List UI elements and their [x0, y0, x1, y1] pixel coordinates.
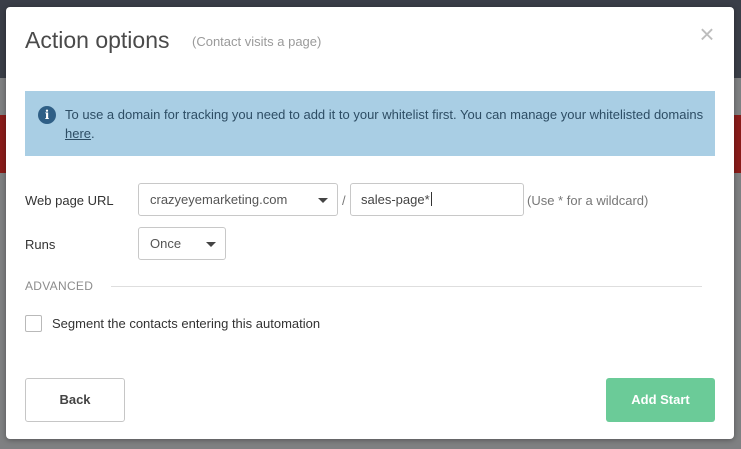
segment-checkbox[interactable]	[25, 315, 42, 332]
section-divider	[111, 286, 702, 287]
info-message-end: .	[91, 126, 95, 141]
back-button[interactable]: Back	[25, 378, 125, 422]
segment-checkbox-label[interactable]: Segment the contacts entering this autom…	[52, 316, 320, 331]
add-start-button[interactable]: Add Start	[606, 378, 715, 422]
runs-select[interactable]: Once	[138, 227, 226, 260]
runs-select-value: Once	[150, 236, 182, 251]
wildcard-hint: (Use * for a wildcard)	[527, 193, 649, 208]
page-path-input[interactable]: sales-page*	[350, 183, 524, 216]
whitelist-link[interactable]: here	[65, 126, 91, 141]
domain-select-value: crazyeyemarketing.com	[150, 192, 288, 207]
chevron-down-icon	[318, 198, 328, 203]
page-path-value: sales-page*	[361, 192, 430, 207]
chevron-down-icon	[206, 242, 216, 247]
web-page-url-label: Web page URL	[25, 193, 114, 208]
action-options-modal: Action options (Contact visits a page) ×…	[6, 7, 734, 439]
close-icon[interactable]: ×	[694, 21, 720, 47]
modal-title: Action options	[25, 27, 170, 53]
advanced-section-label: ADVANCED	[25, 279, 94, 293]
info-message-text: To use a domain for tracking you need to…	[65, 107, 704, 122]
modal-subtitle: (Contact visits a page)	[192, 34, 322, 49]
info-message: To use a domain for tracking you need to…	[65, 105, 705, 143]
text-cursor	[430, 192, 432, 206]
domain-select[interactable]: crazyeyemarketing.com	[138, 183, 338, 216]
url-separator: /	[342, 193, 346, 208]
runs-label: Runs	[25, 237, 56, 252]
info-icon: i	[38, 106, 56, 124]
whitelist-info-alert: i To use a domain for tracking you need …	[25, 91, 715, 156]
